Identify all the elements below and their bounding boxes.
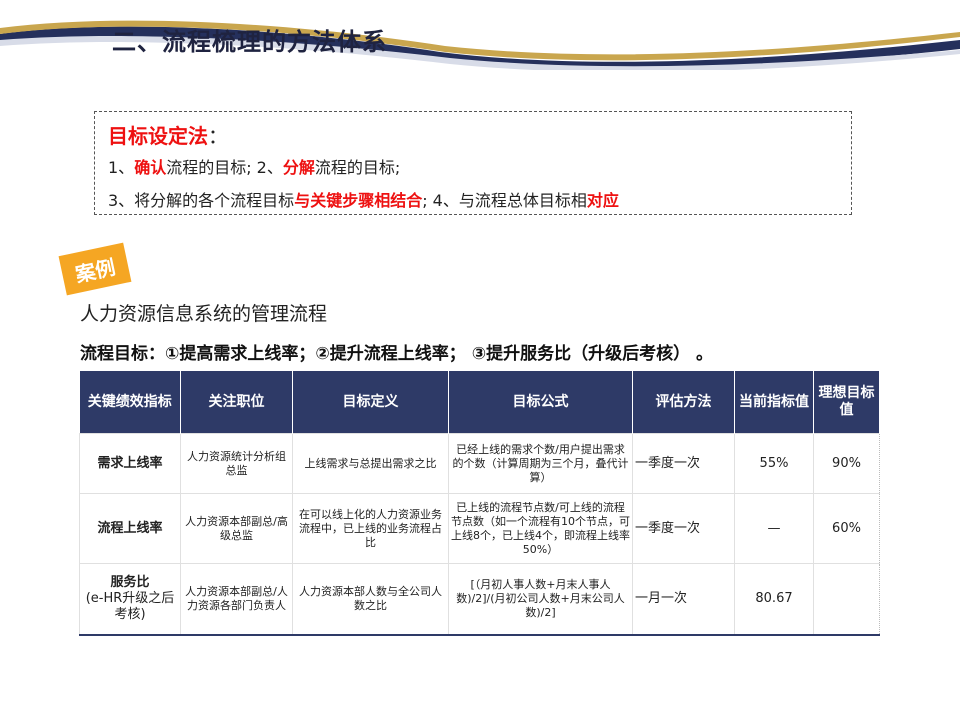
kpi-name: 需求上线率 [79,432,181,495]
kpi-position: 人力资源本部副总/高级总监 [180,493,293,565]
header-current: 当前指标值 [734,371,814,434]
goal-line: 流程目标：①提高需求上线率；②提升流程上线率； ③提升服务比（升级后考核） 。 [80,344,714,364]
kpi-ideal: 90% [813,432,880,495]
kpi-position: 人力资源本部副总/人力资源各部门负责人 [180,563,293,636]
method-line-1: 1、确认流程的目标; 2、分解流程的目标; [108,158,401,177]
header-kpi: 关键绩效指标 [79,371,181,434]
header-method: 评估方法 [632,371,735,434]
header-formula: 目标公式 [448,371,633,434]
method-box-title: 目标设定法： [108,124,228,148]
kpi-position: 人力资源统计分析组总监 [180,432,293,495]
table-header-row: 关键绩效指标 关注职位 目标定义 目标公式 评估方法 当前指标值 理想目标值 [79,371,880,434]
method-box: 目标设定法： 1、确认流程的目标; 2、分解流程的目标; 3、将分解的各个流程目… [94,111,852,215]
kpi-table: 关键绩效指标 关注职位 目标定义 目标公式 评估方法 当前指标值 理想目标值 需… [79,371,880,636]
case-title: 人力资源信息系统的管理流程 [80,303,328,325]
kpi-formula: 已经上线的需求个数/用户提出需求的个数（计算周期为三个月，叠代计算） [448,432,633,495]
page-title: 二、流程梳理的方法体系 [112,28,387,56]
kpi-method: 一季度一次 [632,493,735,565]
kpi-ideal [813,563,880,636]
kpi-name: 服务比 (e-HR升级之后考核) [79,563,181,636]
kpi-formula: [（月初人事人数+月末人事人数)/2]/(月初公司人数+月末公司人数)/2] [448,563,633,636]
header-definition: 目标定义 [292,371,449,434]
header-ideal: 理想目标值 [813,371,880,434]
kpi-method: 一月一次 [632,563,735,636]
case-badge: 案例 [58,242,132,296]
table-row: 需求上线率 人力资源统计分析组总监 上线需求与总提出需求之比 已经上线的需求个数… [79,432,880,495]
kpi-current: 55% [734,432,814,495]
table-row: 服务比 (e-HR升级之后考核) 人力资源本部副总/人力资源各部门负责人 人力资源… [79,563,880,636]
kpi-ideal: 60% [813,493,880,565]
kpi-name: 流程上线率 [79,493,181,565]
kpi-definition: 在可以线上化的人力资源业务流程中，已上线的业务流程占比 [292,493,449,565]
kpi-method: 一季度一次 [632,432,735,495]
header-position: 关注职位 [180,371,293,434]
method-line-2: 3、将分解的各个流程目标与关键步骤相结合; 4、与流程总体目标相对应 [108,191,619,210]
table-row: 流程上线率 人力资源本部副总/高级总监 在可以线上化的人力资源业务流程中，已上线… [79,493,880,565]
kpi-definition: 人力资源本部人数与全公司人数之比 [292,563,449,636]
kpi-definition: 上线需求与总提出需求之比 [292,432,449,495]
kpi-formula: 已上线的流程节点数/可上线的流程节点数（如一个流程有10个节点，可上线8个，已上… [448,493,633,565]
kpi-current: 80.67 [734,563,814,636]
kpi-current: — [734,493,814,565]
